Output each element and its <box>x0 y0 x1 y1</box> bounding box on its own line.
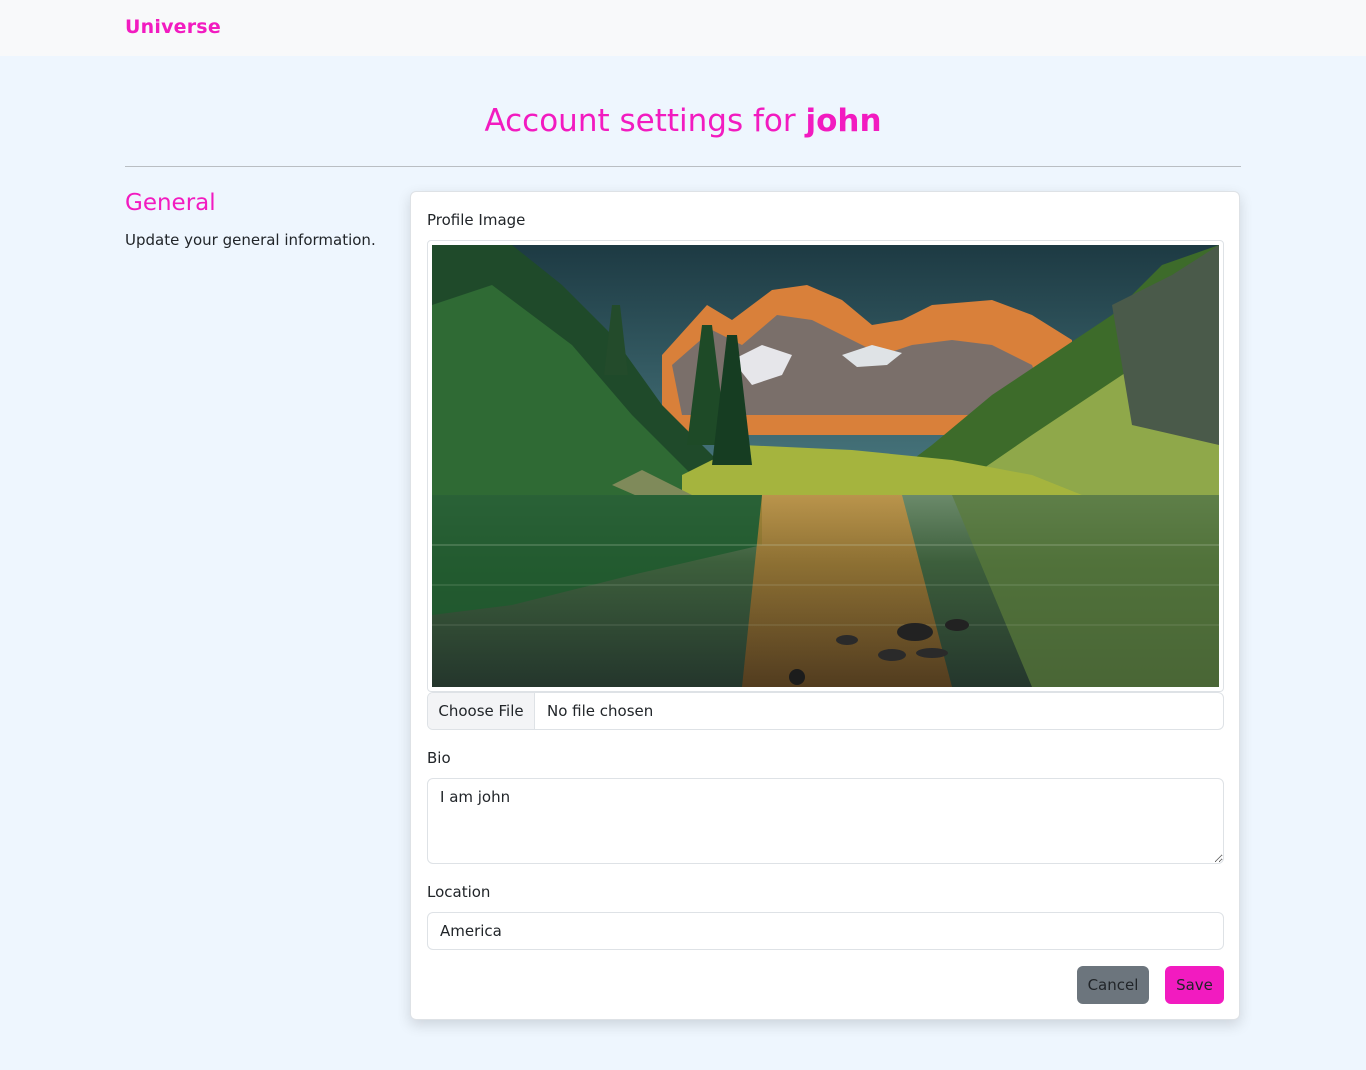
location-label: Location <box>427 883 491 901</box>
page-title: Account settings for john <box>0 103 1366 139</box>
bio-textarea[interactable]: I am john <box>427 778 1224 864</box>
navbar: Universe <box>0 0 1366 56</box>
section-heading: General <box>125 190 216 216</box>
file-input[interactable]: Choose File No file chosen <box>427 692 1224 730</box>
brand-link[interactable]: Universe <box>125 16 221 38</box>
choose-file-button[interactable]: Choose File <box>428 693 535 729</box>
page-title-username: john <box>805 103 882 139</box>
location-input[interactable] <box>427 912 1224 950</box>
landscape-image <box>432 245 1219 687</box>
file-status: No file chosen <box>547 702 654 720</box>
profile-image <box>427 240 1224 692</box>
profile-image-label: Profile Image <box>427 211 526 229</box>
section-description: Update your general information. <box>125 231 376 249</box>
save-button[interactable]: Save <box>1165 966 1224 1004</box>
bio-label: Bio <box>427 749 451 767</box>
header-divider <box>125 166 1241 167</box>
cancel-button[interactable]: Cancel <box>1077 966 1149 1004</box>
page-title-prefix: Account settings for <box>484 103 806 139</box>
settings-card: Profile Image Choose File No file chosen… <box>410 191 1240 1020</box>
